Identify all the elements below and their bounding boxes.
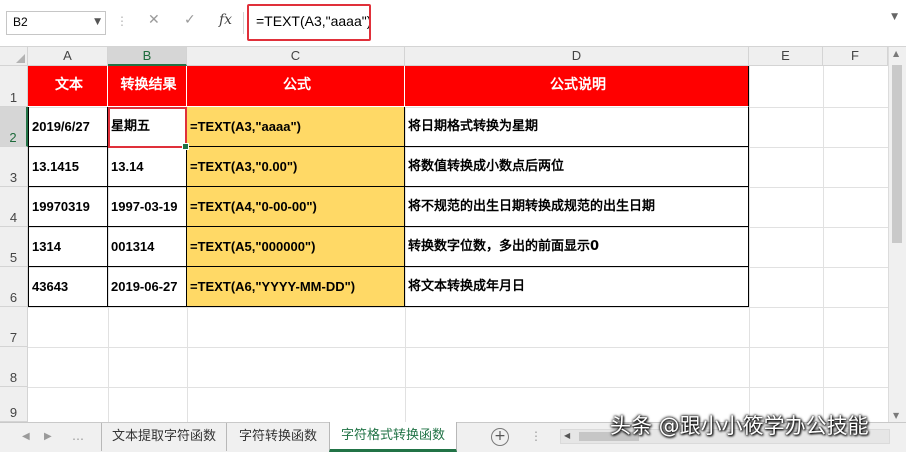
row-header-9[interactable]: 9 [0, 387, 28, 422]
table-cell[interactable]: =TEXT(A5,"000000") [187, 227, 405, 267]
table-cell[interactable]: 转换数字位数，多出的前面显示0 [405, 227, 749, 267]
table-cell[interactable]: 将文本转换成年月日 [405, 267, 749, 307]
table-cell[interactable]: 19970319 [28, 187, 108, 227]
row-header-7[interactable]: 7 [0, 307, 28, 347]
formula-bar-divider [243, 12, 244, 34]
table-cell[interactable]: 将日期格式转换为星期 [405, 107, 749, 147]
tab-format-convert[interactable]: 字符格式转换函数 [329, 422, 457, 452]
gridline [28, 347, 888, 348]
vertical-scrollbar[interactable]: ▲ ▼ [888, 47, 906, 422]
table-cell[interactable]: 1314 [28, 227, 108, 267]
tab-split-icon[interactable]: ⋮ [530, 429, 542, 443]
table-cell[interactable]: 43643 [28, 267, 108, 307]
chevron-down-icon[interactable]: ▼ [94, 17, 101, 27]
insert-function-icon[interactable]: fx [219, 12, 232, 28]
row-header-8[interactable]: 8 [0, 347, 28, 387]
name-box-value: B2 [13, 15, 28, 29]
row-header-3[interactable]: 3 [0, 147, 28, 187]
row-number: 1 [9, 90, 18, 105]
table-cell[interactable]: 将不规范的出生日期转换成规范的出生日期 [405, 187, 749, 227]
fill-handle[interactable] [182, 143, 189, 150]
table-cell[interactable]: 001314 [108, 227, 187, 267]
row-header-6[interactable]: 6 [0, 267, 28, 307]
select-all-icon [16, 54, 25, 63]
table-cell[interactable]: =TEXT(A4,"0-00-00") [187, 187, 405, 227]
name-box[interactable]: B2 ▼ [6, 11, 106, 35]
row-header-1[interactable]: 1 [0, 66, 28, 107]
scroll-down-icon[interactable]: ▼ [893, 411, 899, 420]
column-header-f[interactable]: F [823, 47, 888, 66]
table-cell[interactable]: =TEXT(A3,"0.00") [187, 147, 405, 187]
row-number: 6 [9, 290, 18, 305]
add-sheet-button[interactable]: + [491, 428, 509, 446]
column-header-d[interactable]: D [405, 47, 749, 66]
table-cell[interactable]: 1997-03-19 [108, 187, 187, 227]
row-number: 2 [9, 130, 17, 145]
gridline [28, 307, 888, 308]
table-cell[interactable]: 将数值转换成小数点后两位 [405, 147, 749, 187]
active-cell-highlight [108, 107, 189, 150]
table-cell[interactable]: 13.1415 [28, 147, 108, 187]
gridline [823, 66, 824, 422]
gridline [28, 387, 888, 388]
formula-highlight-box [247, 4, 371, 41]
tab-char-convert[interactable]: 字符转换函数 [226, 423, 330, 451]
formula-bar-grip-icon: ⋮ [116, 14, 128, 28]
gridline [749, 66, 750, 422]
table-cell[interactable]: 13.14 [108, 147, 187, 187]
more-sheets-icon[interactable]: … [72, 429, 84, 443]
table-cell[interactable]: =TEXT(A3,"aaaa") [187, 107, 405, 147]
column-header-c[interactable]: C [187, 47, 405, 66]
formula-bar: B2 ▼ ⋮ ✕ ✓ fx =TEXT(A3,"aaaa") ▼ [0, 0, 906, 47]
scroll-left-icon[interactable]: ◀ [564, 431, 570, 440]
row-number: 8 [9, 370, 18, 385]
tab-text-extract[interactable]: 文本提取字符函数 [101, 423, 227, 451]
table-cell[interactable]: 2019/6/27 [28, 107, 108, 147]
column-header-e[interactable]: E [749, 47, 823, 66]
table-header-text[interactable]: 文本 [28, 66, 108, 107]
row-header-2[interactable]: 2 [0, 107, 28, 147]
table-header-formula[interactable]: 公式 [187, 66, 405, 107]
watermark: 头条 @跟小小筱学办公技能 [610, 414, 869, 438]
row-number: 5 [9, 250, 18, 265]
select-all-corner[interactable] [0, 47, 28, 66]
table-cell[interactable]: 2019-06-27 [108, 267, 187, 307]
scrollbar-thumb[interactable] [892, 65, 902, 243]
expand-formula-bar-icon[interactable]: ▼ [891, 12, 898, 22]
table-header-result[interactable]: 转换结果 [108, 66, 187, 107]
row-number: 4 [9, 210, 18, 225]
enter-icon[interactable]: ✓ [184, 12, 196, 28]
table-header-description[interactable]: 公式说明 [405, 66, 749, 107]
cancel-icon[interactable]: ✕ [148, 12, 160, 28]
row-header-5[interactable]: 5 [0, 227, 28, 267]
column-header-b[interactable]: B [108, 47, 187, 66]
next-sheet-icon[interactable]: ▶ [44, 431, 52, 442]
row-number: 9 [9, 405, 18, 420]
prev-sheet-icon[interactable]: ◀ [22, 431, 30, 442]
row-number: 3 [9, 170, 18, 185]
column-header-a[interactable]: A [28, 47, 108, 66]
scroll-up-icon[interactable]: ▲ [893, 49, 899, 58]
table-cell[interactable]: =TEXT(A6,"YYYY-MM-DD") [187, 267, 405, 307]
row-number: 7 [9, 330, 18, 345]
row-header-4[interactable]: 4 [0, 187, 28, 227]
